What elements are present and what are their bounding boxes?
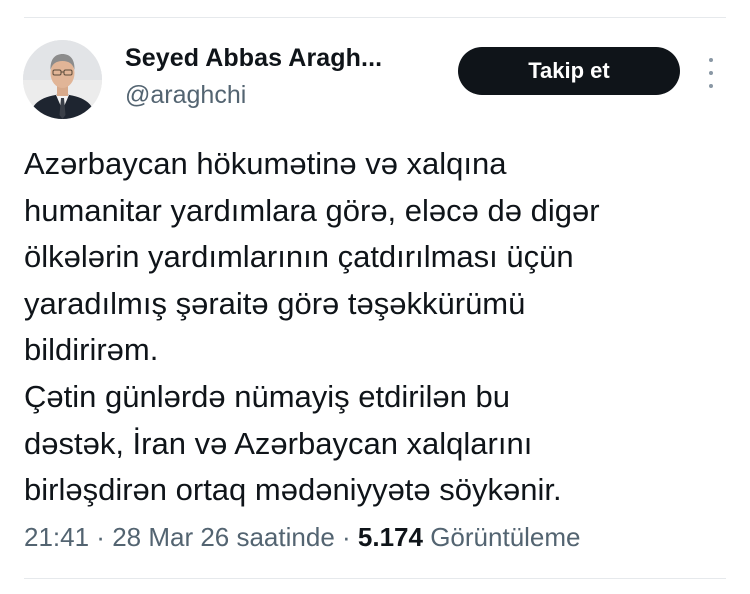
more-vertical-icon[interactable]	[699, 58, 723, 88]
views-label: Görüntüleme	[430, 522, 581, 552]
tweet-line: humanitar yardımlara görə, eləcə də digə…	[24, 192, 600, 228]
tweet-time[interactable]: 21:41	[24, 522, 89, 552]
avatar[interactable]	[23, 40, 102, 119]
more-dot	[709, 84, 713, 88]
tweet-line: dəstək, İran və Azərbaycan xalqlarını	[24, 425, 533, 461]
author-handle[interactable]: @araghchi	[125, 81, 246, 110]
tweet-line: yaradılmış şəraitə görə təşəkkürümü	[24, 285, 526, 321]
tweet-line: Azərbaycan hökumətinə və xalqına	[24, 146, 507, 181]
bottom-divider	[24, 578, 726, 579]
more-dot	[709, 58, 713, 62]
meta-separator: ·	[334, 522, 358, 552]
tweet-date[interactable]: 28 Mar 26 saatinde	[112, 522, 335, 552]
tweet-line: Çətin günlərdə nümayiş etdirilən bu	[24, 378, 510, 414]
tweet-line: birləşdirən ortaq mədəniyyətə söykənir.	[24, 472, 562, 508]
tweet-line: ölkələrin yardımlarının çatdırılması üçü…	[24, 239, 574, 275]
profile-photo	[23, 40, 102, 119]
more-dot	[709, 71, 713, 75]
meta-separator: ·	[89, 522, 113, 552]
tweet-meta: 21:41 · 28 Mar 26 saatinde · 5.174 Görün…	[24, 522, 581, 553]
author-display-name[interactable]: Seyed Abbas Aragh...	[125, 44, 382, 73]
top-divider	[24, 17, 726, 18]
tweet-line: bildirirəm.	[24, 332, 159, 368]
tweet-text: Azərbaycan hökumətinə və xalqına humanit…	[24, 141, 724, 514]
follow-button[interactable]: Takip et	[458, 47, 680, 95]
views-count: 5.174	[357, 522, 423, 552]
